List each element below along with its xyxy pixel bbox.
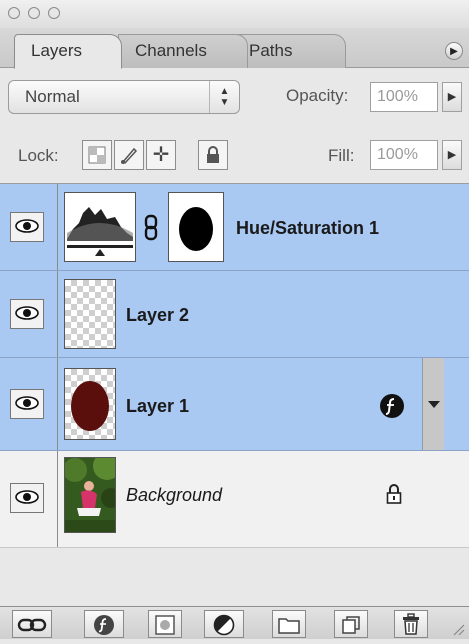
blend-mode-select[interactable]: Normal ▲ ▼ [8, 80, 240, 114]
visibility-cell [0, 271, 58, 357]
eye-visibility-icon[interactable] [10, 389, 44, 419]
blend-options-row: Normal ▲ ▼ Opacity: 100% ▶ [0, 68, 469, 126]
transparent-layer-thumbnail-icon[interactable] [64, 279, 116, 349]
layers-list-empty-space [0, 548, 469, 606]
window-title-bar [0, 0, 469, 28]
tab-channels[interactable]: Channels [118, 34, 248, 68]
visibility-cell [0, 358, 58, 450]
tab-label: Layers [31, 41, 83, 60]
opacity-slider-arrow-icon[interactable]: ▶ [442, 82, 462, 112]
minimize-window-button[interactable] [28, 7, 40, 19]
mask-link-chain-icon[interactable] [142, 214, 160, 242]
background-photo-thumbnail-icon[interactable] [64, 457, 116, 533]
trash-icon[interactable] [394, 610, 428, 638]
lock-options-row: Lock: ✛ Fill: 100% ▶ [0, 126, 469, 184]
opacity-label: Opacity: [286, 86, 349, 105]
layer-mask-icon[interactable] [148, 610, 182, 638]
layer-1-thumbnail-icon[interactable] [64, 368, 116, 440]
layer-style-icon[interactable] [84, 610, 124, 638]
new-group-icon[interactable] [272, 610, 306, 638]
effects-expand-toggle[interactable] [422, 358, 444, 450]
opacity-field[interactable]: 100% [370, 82, 438, 112]
layers-bottom-toolbar [0, 606, 469, 639]
layer-row-background[interactable]: Background [0, 451, 469, 548]
lock-all-padlock-icon[interactable] [198, 140, 228, 170]
layer-row-hue-saturation-1[interactable]: Hue/Saturation 1 [0, 184, 469, 271]
layer-name[interactable]: Layer 1 [126, 396, 189, 417]
layer-name[interactable]: Hue/Saturation 1 [236, 218, 379, 239]
link-layers-icon[interactable] [12, 610, 52, 638]
layer-row-layer-2[interactable]: Layer 2 [0, 271, 469, 358]
tab-paths[interactable]: Paths [232, 34, 346, 68]
visibility-cell [0, 184, 58, 270]
adjustment-layer-icon[interactable] [204, 610, 244, 638]
updown-arrows-icon: ▲ ▼ [209, 81, 239, 113]
fill-label: Fill: [328, 146, 355, 165]
lock-position-move-icon[interactable]: ✛ [146, 140, 176, 170]
fill-slider-arrow-icon[interactable]: ▶ [442, 140, 462, 170]
zoom-window-button[interactable] [48, 7, 60, 19]
new-layer-icon[interactable] [334, 610, 368, 638]
lock-pixels-brush-icon[interactable] [114, 140, 144, 170]
layer-effects-fx-icon[interactable] [380, 394, 404, 418]
layer-mask-thumbnail-icon[interactable] [168, 192, 224, 262]
resize-grip-icon[interactable] [452, 619, 466, 637]
close-window-button[interactable] [8, 7, 20, 19]
blend-mode-value: Normal [25, 87, 80, 106]
eye-visibility-icon[interactable] [10, 212, 44, 242]
visibility-cell [0, 451, 58, 547]
panel-tab-bar: Paths Channels Layers ▶ [0, 28, 469, 69]
eye-visibility-icon[interactable] [10, 483, 44, 513]
layer-row-layer-1[interactable]: Layer 1 [0, 358, 469, 451]
fill-field[interactable]: 100% [370, 140, 438, 170]
tab-layers[interactable]: Layers [14, 34, 122, 69]
adjustment-thumbnail-icon[interactable] [64, 192, 136, 262]
lock-label: Lock: [18, 146, 59, 165]
layer-name[interactable]: Layer 2 [126, 305, 189, 326]
panel-menu-icon[interactable]: ▶ [445, 42, 463, 60]
lock-transparency-icon[interactable] [82, 140, 112, 170]
tab-label: Channels [135, 41, 207, 60]
background-locked-padlock-icon [386, 483, 402, 505]
eye-visibility-icon[interactable] [10, 299, 44, 329]
layer-name[interactable]: Background [126, 485, 222, 506]
tab-label: Paths [249, 41, 293, 60]
